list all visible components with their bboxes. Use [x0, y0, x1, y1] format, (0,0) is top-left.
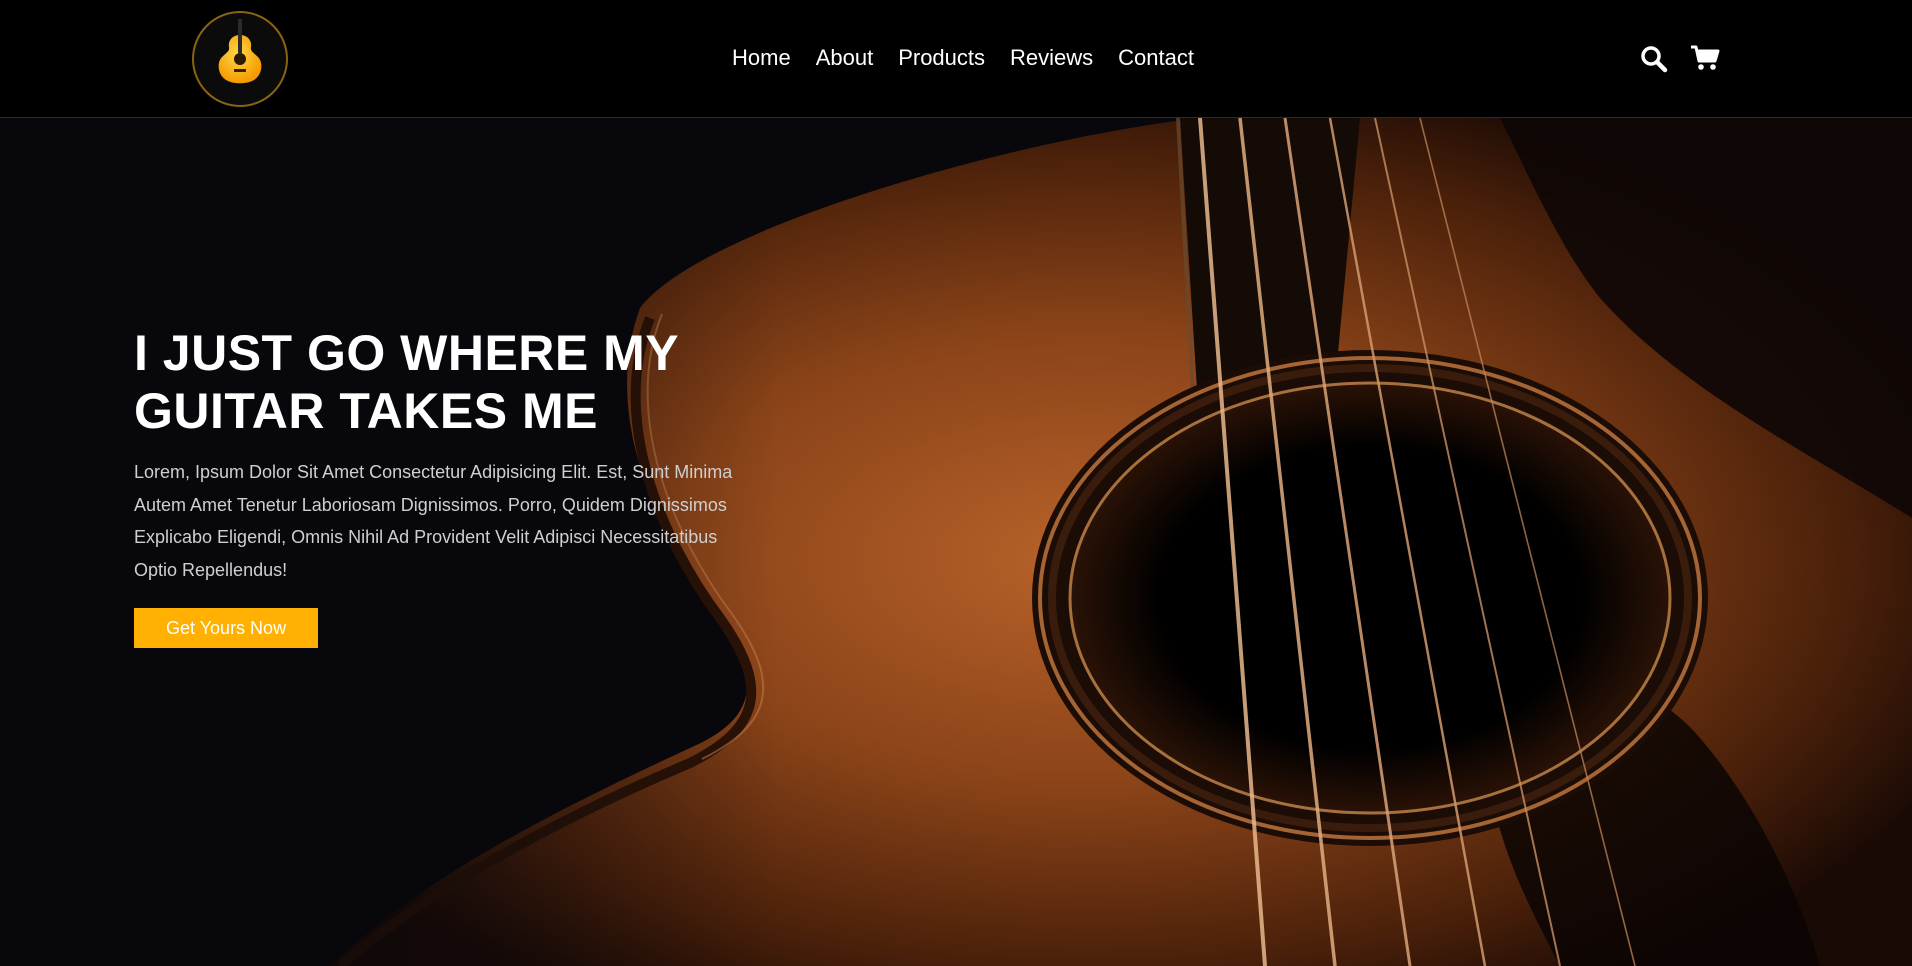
hero-title: I JUST GO WHERE MY GUITAR TAKES ME — [134, 325, 679, 439]
nav-home[interactable]: Home — [732, 44, 791, 72]
hero-description: Lorem, Ipsum Dolor Sit Amet Consectetur … — [134, 462, 733, 580]
guitar-logo-icon[interactable] — [192, 11, 288, 107]
cart-icon[interactable] — [1690, 44, 1720, 72]
main-nav: Home About Products Reviews Contact — [732, 44, 1194, 72]
nav-reviews[interactable]: Reviews — [1010, 44, 1093, 72]
nav-about[interactable]: About — [816, 44, 874, 72]
search-icon[interactable] — [1640, 45, 1668, 73]
nav-products[interactable]: Products — [898, 44, 985, 72]
nav-contact[interactable]: Contact — [1118, 44, 1194, 72]
navbar: Home About Products Reviews Contact — [0, 0, 1912, 118]
hero-content: I JUST GO WHERE MY GUITAR TAKES ME Lorem… — [134, 324, 754, 648]
get-yours-now-button[interactable]: Get Yours Now — [134, 608, 319, 648]
hero-section: I JUST GO WHERE MY GUITAR TAKES ME Lorem… — [0, 118, 1912, 966]
